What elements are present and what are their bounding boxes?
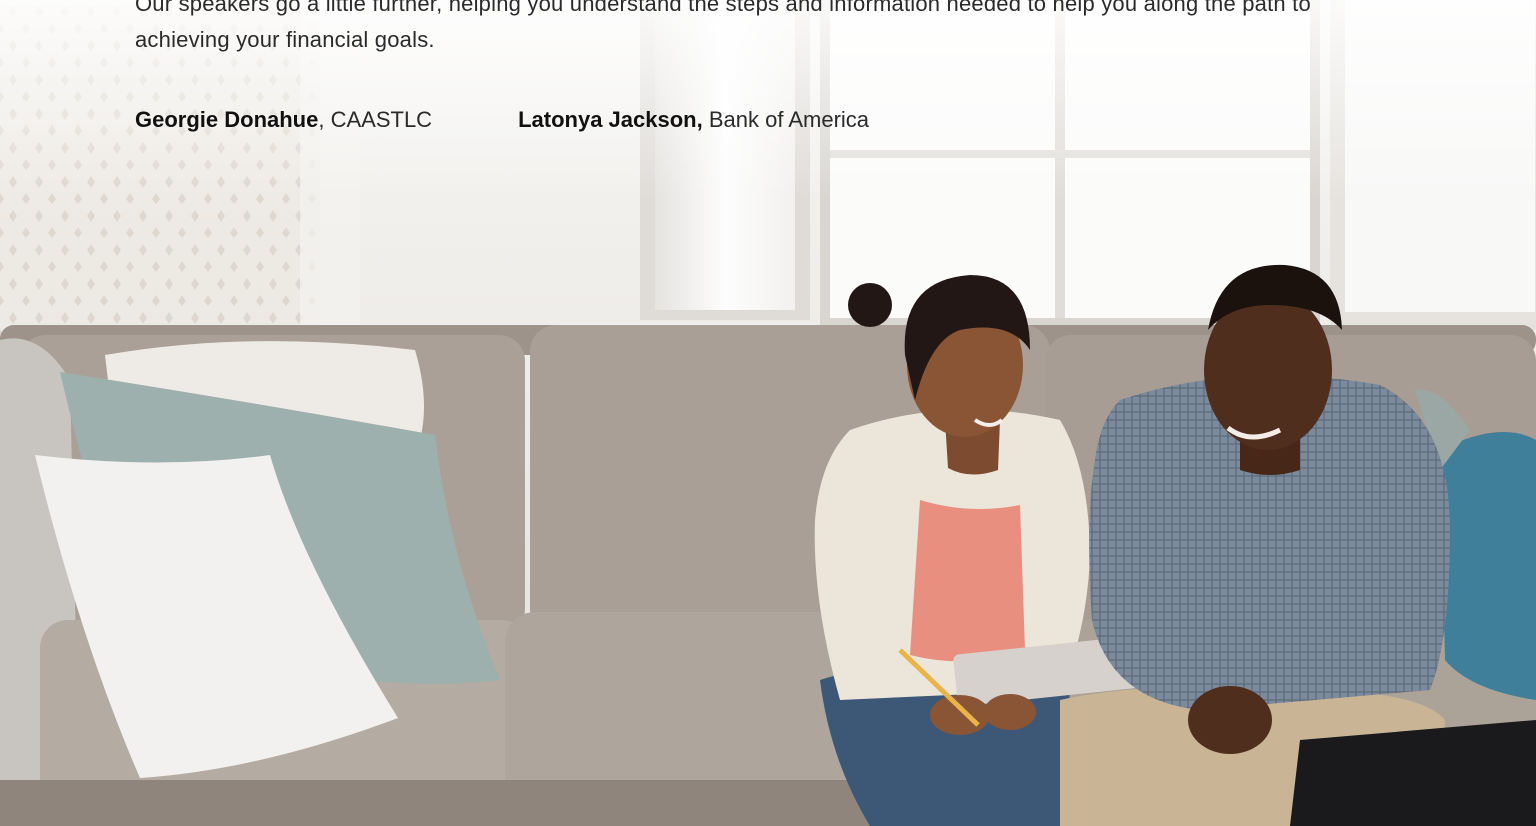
speakers-list: Georgie Donahue, CAASTLC Latonya Jackson… — [135, 104, 869, 136]
speaker-separator: , — [318, 107, 331, 132]
speaker-name: Georgie Donahue — [135, 107, 319, 132]
speaker-organization: Bank of America — [708, 107, 870, 132]
speaker-latonya-jackson: Latonya Jackson, Bank of America — [518, 104, 869, 136]
speaker-name: Latonya Jackson, — [518, 107, 703, 132]
speaker-georgie-donahue: Georgie Donahue, CAASTLC — [135, 104, 432, 136]
speaker-organization: CAASTLC — [330, 107, 433, 132]
intro-paragraph: Our speakers go a little further, helpin… — [135, 0, 1311, 52]
